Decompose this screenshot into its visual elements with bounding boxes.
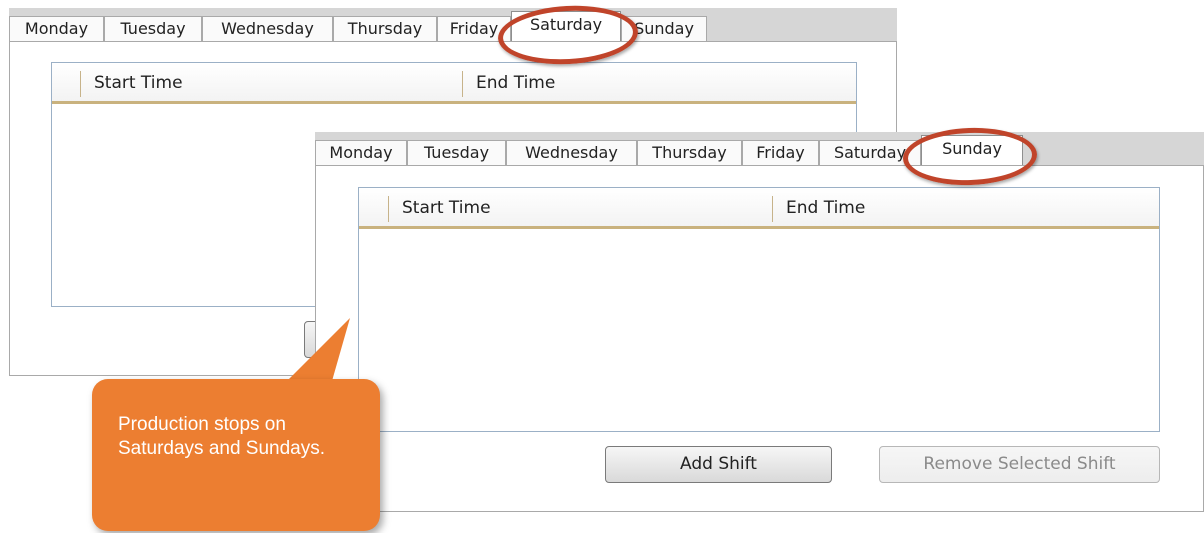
day-tab-bar: Monday Tuesday Wednesday Thursday Friday…: [9, 8, 897, 42]
column-header-end-time[interactable]: End Time: [476, 73, 555, 93]
tab-content-panel: Start Time End Time Add Shift Remove Sel…: [315, 165, 1204, 512]
tab-saturday[interactable]: Saturday: [819, 140, 921, 165]
add-shift-button[interactable]: Add Shift: [605, 446, 832, 483]
tab-tuesday[interactable]: Tuesday: [407, 140, 506, 165]
tab-sunday[interactable]: Sunday: [921, 135, 1023, 166]
column-header-start-time[interactable]: Start Time: [94, 73, 183, 93]
grid-header: Start Time End Time: [359, 188, 1159, 229]
callout-text: Production stops on Saturdays and Sunday…: [118, 414, 326, 459]
column-separator: [772, 196, 773, 222]
column-header-end-time[interactable]: End Time: [786, 198, 865, 218]
tab-sunday[interactable]: Sunday: [621, 16, 707, 41]
tab-thursday[interactable]: Thursday: [333, 16, 437, 41]
day-tab-bar: Monday Tuesday Wednesday Thursday Friday…: [315, 132, 1204, 166]
shifts-grid[interactable]: Start Time End Time: [358, 187, 1160, 432]
tab-friday[interactable]: Friday: [437, 16, 511, 41]
grid-header: Start Time End Time: [52, 63, 856, 104]
tab-wednesday[interactable]: Wednesday: [202, 16, 333, 41]
tab-monday[interactable]: Monday: [9, 16, 104, 41]
schedule-window-front: Monday Tuesday Wednesday Thursday Friday…: [315, 132, 1204, 512]
callout-bubble: Production stops on Saturdays and Sunday…: [92, 379, 380, 531]
tab-saturday[interactable]: Saturday: [511, 11, 621, 42]
tab-thursday[interactable]: Thursday: [637, 140, 742, 165]
tab-wednesday[interactable]: Wednesday: [506, 140, 637, 165]
tab-tuesday[interactable]: Tuesday: [104, 16, 202, 41]
tab-friday[interactable]: Friday: [742, 140, 819, 165]
column-header-start-time[interactable]: Start Time: [402, 198, 491, 218]
callout-pointer: [280, 318, 350, 388]
remove-selected-shift-button[interactable]: Remove Selected Shift: [879, 446, 1160, 483]
column-separator: [462, 71, 463, 97]
column-separator: [388, 196, 389, 222]
tab-monday[interactable]: Monday: [315, 140, 407, 165]
column-separator: [80, 71, 81, 97]
